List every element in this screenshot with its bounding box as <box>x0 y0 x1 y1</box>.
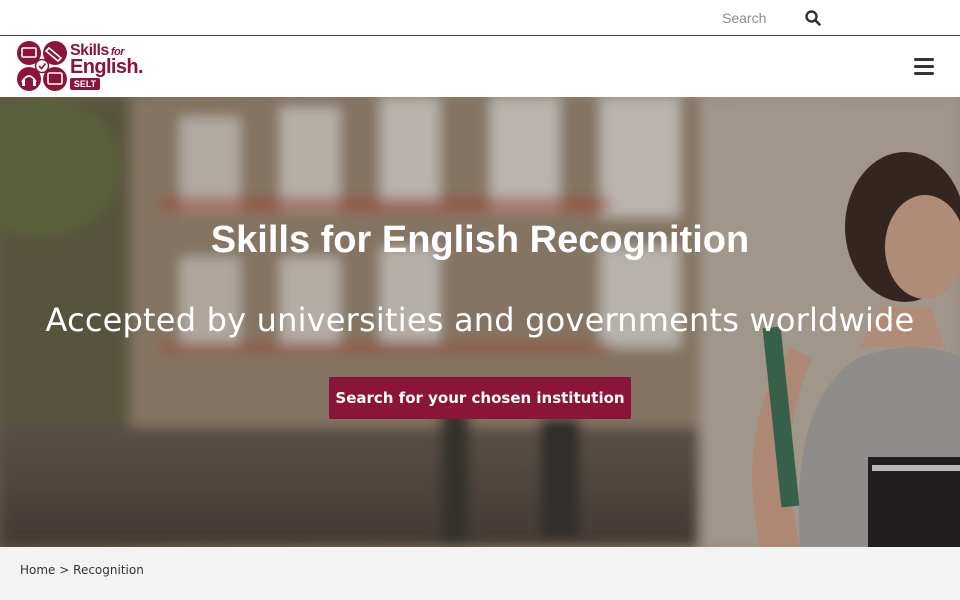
breadcrumb: Home > Recognition <box>20 563 144 577</box>
breadcrumb-separator: > <box>59 563 70 577</box>
logo-english-text: English. <box>70 56 144 78</box>
breadcrumb-home-link[interactable]: Home <box>20 563 55 577</box>
top-search-bar <box>0 0 960 36</box>
logo-selt-badge: SELT <box>70 78 100 90</box>
site-header: Skills for English. SELT <box>0 36 960 97</box>
search-button[interactable] <box>802 7 824 29</box>
search-input[interactable] <box>716 6 802 30</box>
menu-bar <box>914 65 934 68</box>
search-institution-button[interactable]: Search for your chosen institution <box>329 377 631 419</box>
hero-subtitle: Accepted by universities and governments… <box>45 301 915 339</box>
hamburger-menu-button[interactable] <box>914 58 936 76</box>
skills-for-english-logo[interactable]: Skills for English. SELT <box>16 40 144 92</box>
menu-bar <box>914 58 934 61</box>
hero-banner: Skills for English Recognition Accepted … <box>0 97 960 547</box>
menu-bar <box>914 72 934 75</box>
search-icon <box>805 10 821 26</box>
breadcrumb-current: Recognition <box>73 563 144 577</box>
logo-mark-icon <box>17 41 67 91</box>
hero-title: Skills for English Recognition <box>210 219 750 261</box>
breadcrumb-bar: Home > Recognition <box>0 547 960 600</box>
